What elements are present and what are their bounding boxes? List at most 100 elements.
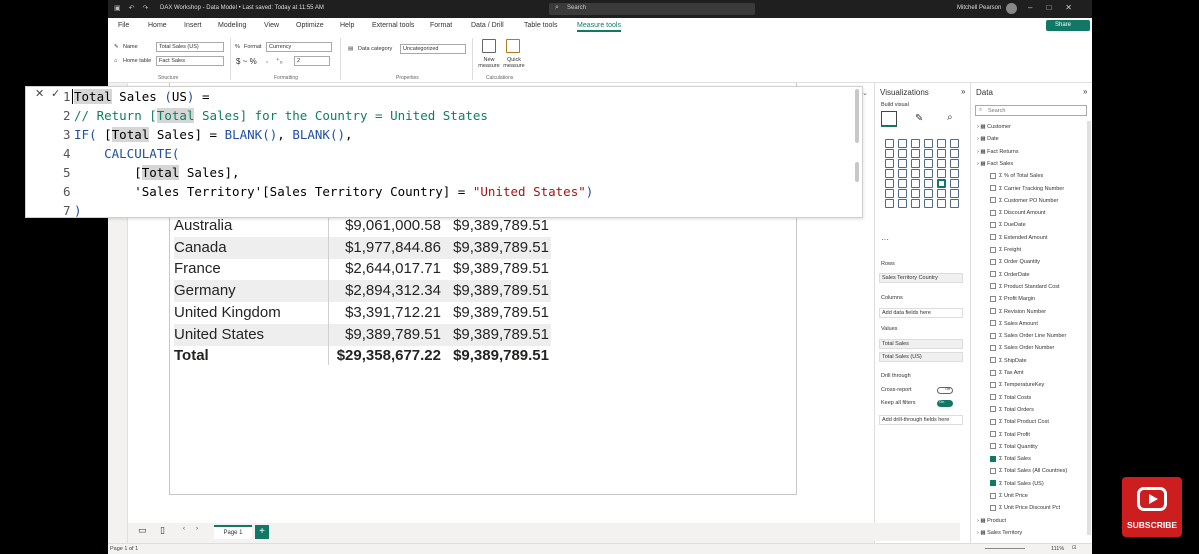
- field-checkbox[interactable]: [990, 492, 996, 499]
- data-field[interactable]: Σ Extended Amount: [990, 232, 1047, 244]
- decimal-adjust-icon[interactable]: ⁺₀: [276, 57, 283, 65]
- data-field[interactable]: Σ Total Sales (US): [990, 478, 1044, 490]
- visual-type-icon[interactable]: [911, 149, 920, 158]
- maximize-icon[interactable]: □: [1046, 3, 1051, 12]
- chevron-icon[interactable]: › ▦: [977, 518, 987, 524]
- data-field[interactable]: Σ Discount Amount: [990, 207, 1046, 219]
- visual-type-icon[interactable]: [937, 139, 946, 148]
- data-field[interactable]: Σ Sales Amount: [990, 318, 1038, 330]
- chevron-icon[interactable]: › ▦: [977, 161, 987, 167]
- more-visuals-icon[interactable]: ···: [881, 235, 889, 244]
- format-visual-icon[interactable]: ✎: [915, 113, 923, 124]
- visual-type-icon[interactable]: [950, 169, 959, 178]
- field-checkbox[interactable]: [990, 332, 996, 339]
- tab-data-drill[interactable]: Data / Drill: [471, 22, 504, 29]
- field-checkbox[interactable]: [990, 258, 996, 265]
- data-table-node[interactable]: › ▦ Sales Territory: [977, 527, 1022, 539]
- tab-optimize[interactable]: Optimize: [296, 22, 324, 29]
- table-row[interactable]: Germany $2,894,312.34 $9,389,789.51: [174, 280, 551, 303]
- visual-type-icon[interactable]: [937, 189, 946, 198]
- new-measure-icon[interactable]: [482, 39, 496, 53]
- visual-type-icon[interactable]: [950, 199, 959, 208]
- visual-type-icon[interactable]: [911, 199, 920, 208]
- field-checkbox[interactable]: [990, 480, 996, 487]
- data-field[interactable]: Σ TemperatureKey: [990, 379, 1044, 391]
- data-field[interactable]: Σ Total Orders: [990, 404, 1034, 416]
- drill-through-drop-zone[interactable]: Add drill-through fields here: [879, 415, 963, 425]
- data-field[interactable]: Σ Total Costs: [990, 392, 1031, 404]
- tab-view[interactable]: View: [264, 22, 279, 29]
- expand-formula-icon[interactable]: ⌄: [862, 89, 868, 97]
- visual-type-icon[interactable]: [924, 199, 933, 208]
- columns-drop-zone[interactable]: Add data fields here: [879, 308, 963, 318]
- field-checkbox[interactable]: [990, 246, 996, 253]
- data-field[interactable]: Σ Sales Order Line Number: [990, 330, 1066, 342]
- data-field[interactable]: Σ OrderDate: [990, 269, 1030, 281]
- subscribe-button[interactable]: SUBSCRIBE: [1122, 477, 1182, 537]
- comma-style-button[interactable]: ,: [266, 57, 268, 64]
- visual-type-icon[interactable]: [911, 169, 920, 178]
- data-table-node[interactable]: › ▦ Fact Sales: [977, 158, 1013, 170]
- data-pane-scrollbar[interactable]: [1087, 121, 1091, 535]
- visual-type-icon[interactable]: [885, 169, 894, 178]
- data-table-node[interactable]: › ▦ Product: [977, 515, 1006, 527]
- field-checkbox[interactable]: [990, 455, 996, 462]
- page-next-icon[interactable]: ›: [196, 526, 198, 532]
- total-row[interactable]: Total $29,358,677.22 $9,389,789.51: [174, 345, 551, 367]
- data-field[interactable]: Σ Freight: [990, 244, 1021, 256]
- field-checkbox[interactable]: [990, 209, 996, 216]
- format-select[interactable]: Currency: [266, 42, 332, 52]
- redo-icon[interactable]: ↷: [143, 4, 149, 12]
- visual-type-icon[interactable]: [911, 179, 920, 188]
- field-checkbox[interactable]: [990, 344, 996, 351]
- tab-help[interactable]: Help: [340, 22, 354, 29]
- data-field[interactable]: Σ Customer PO Number: [990, 195, 1058, 207]
- field-checkbox[interactable]: [990, 295, 996, 302]
- field-checkbox[interactable]: [990, 467, 996, 474]
- visual-type-icon[interactable]: [885, 159, 894, 168]
- visual-type-icon[interactable]: [898, 189, 907, 198]
- formula-scrollbar[interactable]: [855, 89, 859, 143]
- table-row[interactable]: United States $9,389,789.51 $9,389,789.51: [174, 323, 551, 346]
- visual-type-icon[interactable]: [924, 139, 933, 148]
- data-search-input[interactable]: ⌕ Search: [975, 105, 1087, 116]
- fit-to-page-icon[interactable]: ⊡: [1072, 545, 1077, 551]
- visual-type-icon[interactable]: [937, 169, 946, 178]
- minimize-icon[interactable]: –: [1028, 3, 1032, 12]
- field-checkbox[interactable]: [990, 443, 996, 450]
- dax-formula-bar[interactable]: ✕ ✓ 1 Total Sales (US) = 2// Return [Total…: [25, 86, 868, 218]
- visual-type-icon[interactable]: [937, 149, 946, 158]
- data-field[interactable]: Σ Unit Price: [990, 490, 1028, 502]
- visual-type-icon[interactable]: [898, 139, 907, 148]
- data-field[interactable]: Σ Total Sales: [990, 453, 1031, 465]
- data-field[interactable]: Σ Total Sales (All Countries): [990, 465, 1067, 477]
- field-checkbox[interactable]: [990, 271, 996, 278]
- field-checkbox[interactable]: [990, 234, 996, 241]
- data-field[interactable]: Σ Revision Number: [990, 306, 1046, 318]
- values-field-total-sales[interactable]: Total Sales: [879, 339, 963, 349]
- field-checkbox[interactable]: [990, 369, 996, 376]
- formula-scrollbar-thumb[interactable]: [855, 162, 859, 182]
- visual-type-icon[interactable]: [898, 199, 907, 208]
- data-field[interactable]: Σ Carrier Tracking Number: [990, 183, 1064, 195]
- data-field[interactable]: Σ ShipDate: [990, 355, 1027, 367]
- field-checkbox[interactable]: [990, 320, 996, 327]
- chevron-icon[interactable]: › ▦: [977, 124, 987, 130]
- cancel-icon[interactable]: ✕: [35, 87, 44, 100]
- visual-type-icon[interactable]: [885, 189, 894, 198]
- share-button[interactable]: Share: [1046, 20, 1090, 31]
- tab-measure-tools[interactable]: Measure tools: [577, 22, 621, 32]
- currency-percent-buttons[interactable]: $ ~ %: [236, 57, 257, 66]
- visual-type-icon[interactable]: [898, 149, 907, 158]
- visual-type-icon[interactable]: [898, 179, 907, 188]
- visual-type-icon[interactable]: [950, 159, 959, 168]
- analytics-icon[interactable]: ⌕: [947, 112, 953, 123]
- data-field[interactable]: Σ Order Quantity: [990, 256, 1040, 268]
- data-field[interactable]: Σ Product Standard Cost: [990, 281, 1060, 293]
- data-table-node[interactable]: › ▦ Customer: [977, 121, 1011, 133]
- quick-measure-label[interactable]: Quick measure: [502, 57, 526, 69]
- data-field[interactable]: Σ Total Quantity: [990, 441, 1038, 453]
- visual-type-icon[interactable]: [898, 159, 907, 168]
- tab-external-tools[interactable]: External tools: [372, 22, 414, 29]
- rows-field-well[interactable]: Sales Territory Country: [879, 273, 963, 283]
